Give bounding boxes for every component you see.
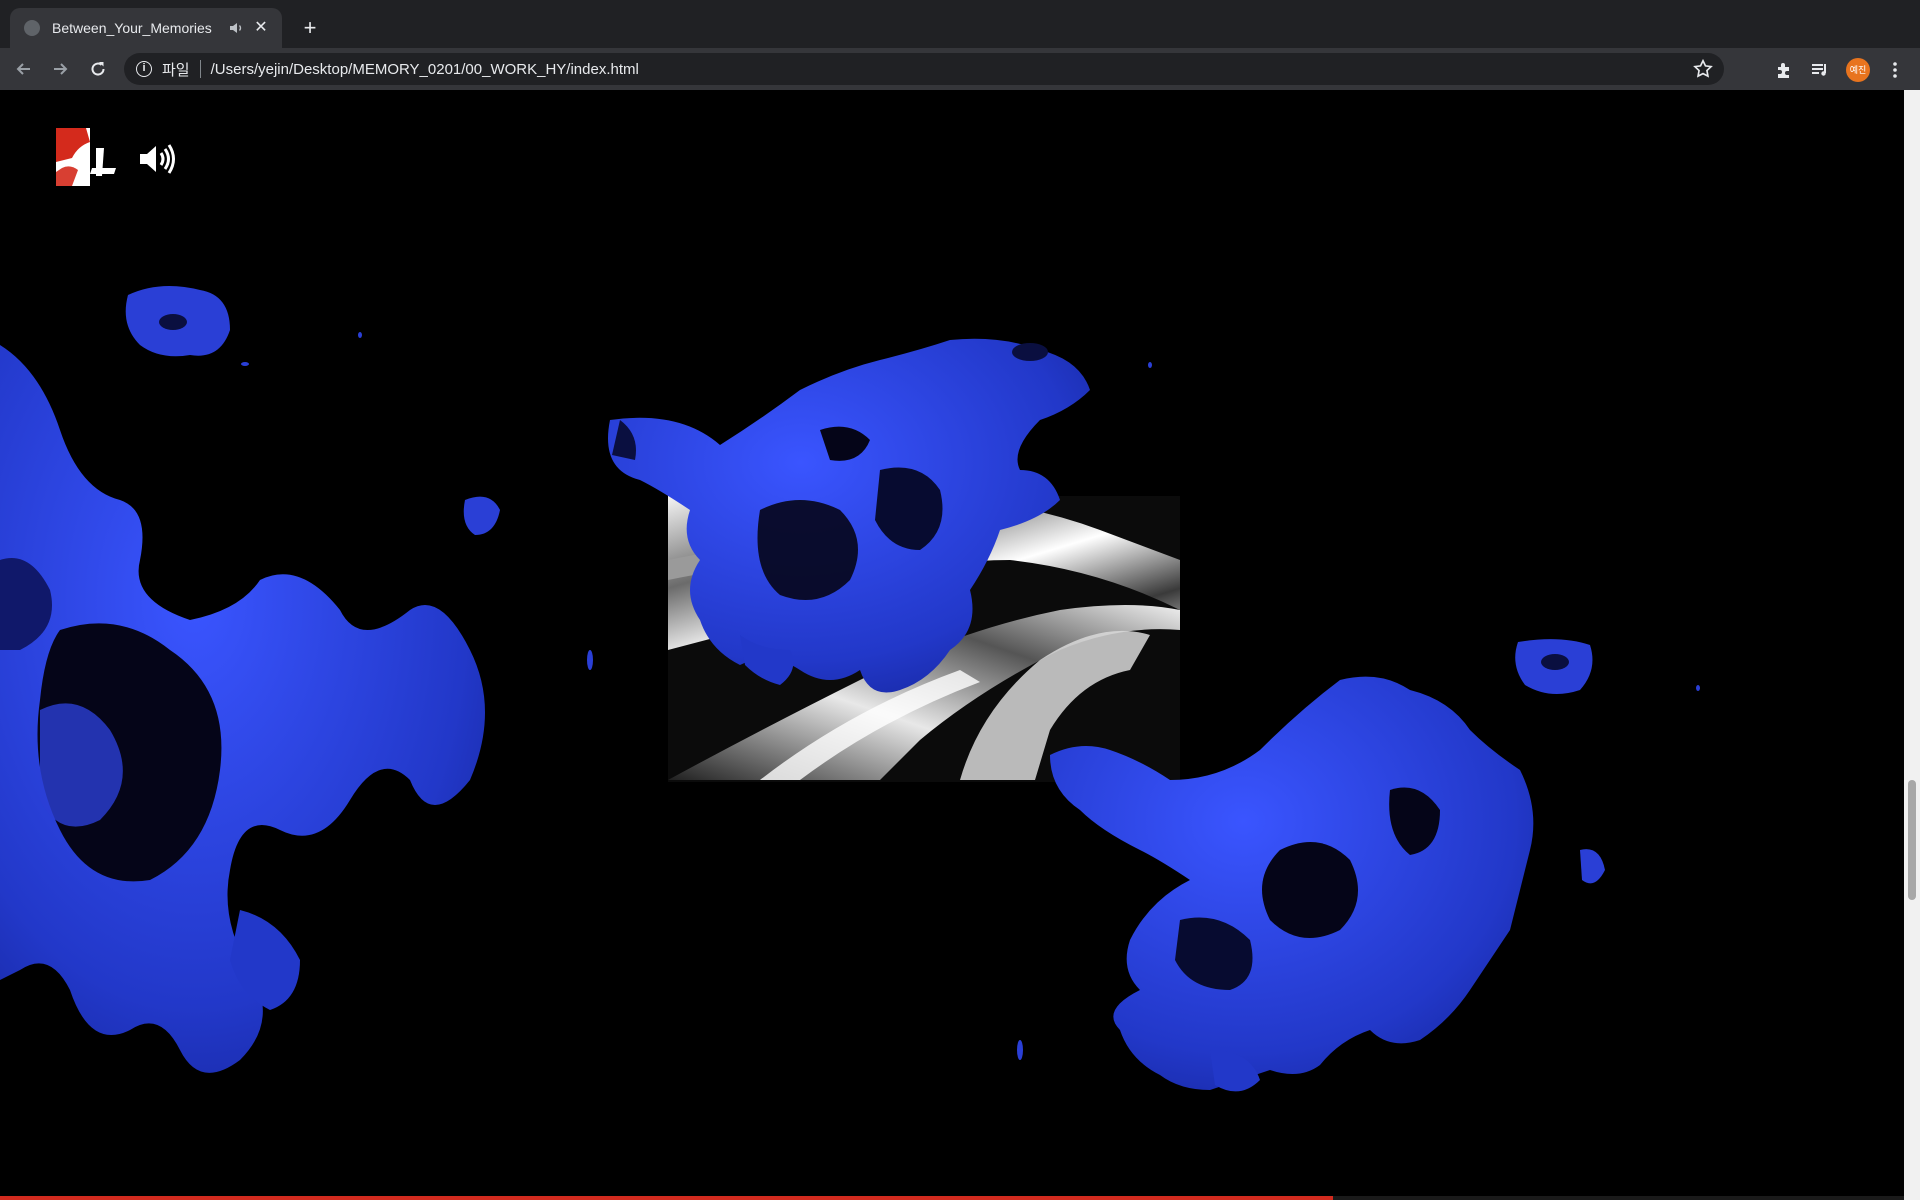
puzzle-icon	[1778, 63, 1789, 78]
back-button[interactable]	[10, 55, 38, 83]
scheme-label: 파일	[162, 61, 190, 79]
reload-button[interactable]	[84, 55, 112, 83]
avatar: 예진	[1846, 58, 1870, 82]
playlist-icon	[1812, 64, 1826, 76]
page-scrollbar[interactable]	[1904, 90, 1920, 1200]
menu-button[interactable]	[1882, 57, 1908, 83]
scrollbar-thumb[interactable]	[1908, 780, 1916, 900]
omnibox-divider	[199, 60, 201, 78]
speaker-wave-icon[interactable]	[138, 142, 178, 176]
browser-toolbar: i 파일 /Users/yejin/Desktop/MEMORY_0201/00…	[0, 48, 1920, 90]
arrow-left-icon	[16, 63, 30, 75]
reload-icon	[91, 62, 105, 76]
tab-strip: Between_Your_Memories ✕ +	[0, 0, 1920, 48]
media-controls-button[interactable]	[1807, 57, 1833, 83]
tab-title: Between_Your_Memories	[52, 20, 212, 36]
speaker-icon[interactable]	[228, 19, 246, 37]
arrow-right-icon	[54, 63, 68, 75]
close-tab-icon[interactable]: ✕	[252, 19, 270, 37]
globe-icon	[24, 20, 40, 36]
extensions-button[interactable]	[1771, 57, 1797, 83]
page-viewport	[0, 90, 1920, 1200]
logo-icon[interactable]	[56, 128, 120, 188]
browser-tab[interactable]: Between_Your_Memories ✕	[10, 8, 282, 48]
url-text[interactable]: /Users/yejin/Desktop/MEMORY_0201/00_WORK…	[211, 61, 639, 78]
forward-button[interactable]	[46, 55, 74, 83]
kebab-menu-icon	[1893, 62, 1897, 78]
blue-liquid-blob-left	[0, 286, 500, 1073]
bookmark-star-icon[interactable]	[1692, 58, 1714, 80]
info-icon[interactable]: i	[136, 61, 152, 77]
progress-fill	[0, 1196, 1333, 1200]
profile-button[interactable]: 예진	[1845, 57, 1871, 83]
webgl-scene[interactable]	[0, 90, 1904, 1200]
video-progress-bar[interactable]	[0, 1196, 1904, 1200]
new-tab-button[interactable]: +	[296, 14, 324, 42]
address-bar[interactable]: i 파일 /Users/yejin/Desktop/MEMORY_0201/00…	[124, 53, 1724, 85]
